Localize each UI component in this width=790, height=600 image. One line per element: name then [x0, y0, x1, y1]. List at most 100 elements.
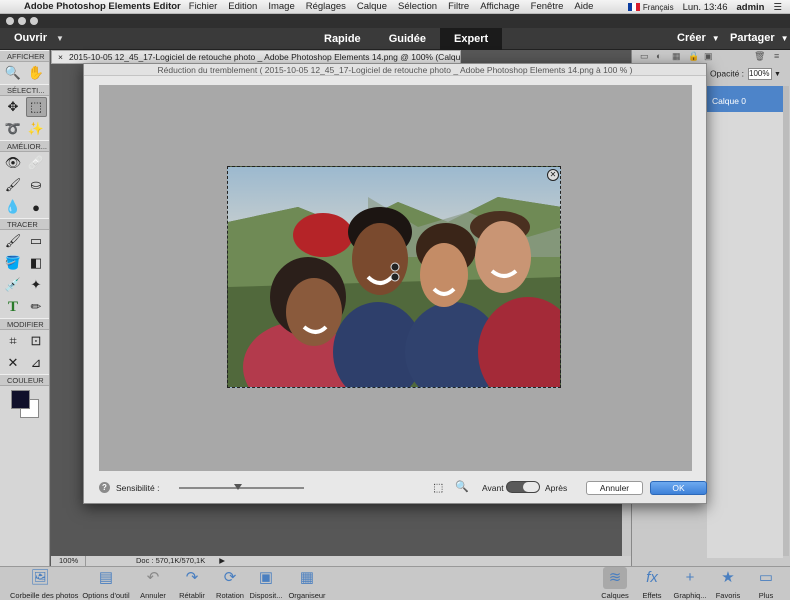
toolbox-section-view: AFFICHER [0, 50, 49, 62]
region-select-icon[interactable]: ⬚ [433, 481, 443, 494]
menu-aide[interactable]: Aide [574, 1, 593, 12]
tab-expert[interactable]: Expert [439, 28, 503, 50]
status-menu-arrow-icon[interactable]: ▶ [219, 556, 225, 566]
menu-edition[interactable]: Edition [228, 1, 257, 12]
toolbox-section-modify: MODIFIER [0, 318, 49, 330]
close-window-button[interactable] [6, 17, 14, 25]
after-label: Après [545, 483, 568, 493]
tab-rapide[interactable]: Rapide [310, 28, 375, 50]
opacity-label: Opacité : [710, 68, 745, 79]
preview-photo[interactable] [227, 166, 561, 388]
tab-guidee[interactable]: Guidée [375, 28, 440, 50]
before-after-toggle[interactable] [506, 481, 540, 493]
share-button[interactable]: Partager ▼ [730, 32, 789, 44]
ok-button[interactable]: OK [650, 481, 707, 495]
clone-stamp-tool-icon[interactable]: ⛀ [26, 175, 47, 195]
app-name-menu[interactable]: Adobe Photoshop Elements Editor [24, 1, 181, 12]
photo-bin-icon: 🖼 [30, 569, 50, 586]
close-icon[interactable]: × [58, 52, 63, 62]
menu-filtre[interactable]: Filtre [448, 1, 469, 12]
opacity-input[interactable]: 100% [748, 68, 773, 80]
opacity-control: Opacité :100% ▼ [710, 68, 781, 80]
move-tool-icon[interactable]: ✥ [3, 97, 24, 117]
crop-tool-icon[interactable]: ⌗ [3, 331, 24, 351]
panel-menu-icon[interactable]: ≡ [774, 51, 779, 61]
toolbox-section-enhance: AMÉLIOR... [0, 140, 49, 152]
help-icon[interactable]: ? [99, 482, 110, 493]
custom-shape-tool-icon[interactable]: ✦ [26, 275, 47, 295]
toolbox: AFFICHER 🔍 ✋ SÉLECTI... ✥ ⬚ ➰ ✨ AMÉLIOR.… [0, 50, 50, 566]
menu-reglages[interactable]: Réglages [306, 1, 346, 12]
gradient-tool-icon[interactable]: ◧ [26, 253, 47, 273]
panel-scrollbar[interactable] [783, 86, 789, 556]
menu-selection[interactable]: Sélection [398, 1, 437, 12]
content-aware-move-tool-icon[interactable]: ✕ [3, 353, 24, 373]
dialog-title: Réduction du tremblement ( 2015-10-05 12… [84, 64, 706, 76]
chevron-down-icon[interactable]: ▼ [774, 71, 781, 78]
document-tab[interactable]: × 2015-10-05 12_45_17-Logiciel de retouch… [51, 50, 461, 64]
spot-healing-tool-icon[interactable]: 🩹 [26, 153, 47, 173]
pencil-tool-icon[interactable]: ✏ [26, 297, 47, 317]
user-menu[interactable]: admin [736, 2, 764, 13]
more-button[interactable]: ▭ Plus [736, 567, 790, 600]
close-region-icon[interactable]: ✕ [547, 169, 559, 181]
organizer-button[interactable]: ▦ Organiseur [277, 567, 337, 600]
foreground-color-swatch[interactable] [11, 390, 30, 409]
marquee-tool-icon[interactable]: ⬚ [25, 97, 47, 117]
trash-icon[interactable]: 🗑 [754, 51, 765, 62]
red-eye-tool-icon[interactable]: 👁 [3, 153, 24, 173]
minimize-window-button[interactable] [18, 17, 26, 25]
type-tool-icon[interactable]: T [3, 297, 24, 317]
clock[interactable]: Lun. 13:46 [683, 2, 728, 13]
brush-tool-icon[interactable]: 🖌 [3, 231, 24, 251]
before-label: Avant [482, 483, 504, 493]
zoom-window-button[interactable] [30, 17, 38, 25]
slider-handle[interactable] [233, 484, 242, 490]
toolbox-section-draw: TRACER [0, 218, 49, 230]
layer-name: Calque 0 [712, 96, 747, 106]
lock-transparency-icon[interactable]: ▦ [672, 51, 681, 62]
smart-brush-tool-icon[interactable]: 🖌 [3, 175, 24, 195]
shake-reduction-dialog: Réduction du tremblement ( 2015-10-05 12… [83, 63, 707, 504]
straighten-tool-icon[interactable]: ⊿ [26, 353, 47, 373]
fill-layer-icon[interactable]: ◐ [656, 51, 661, 61]
sensitivity-label: Sensibilité : [116, 483, 160, 493]
magic-wand-tool-icon[interactable]: ✨ [26, 119, 47, 139]
lock-icon[interactable]: 🔒 [688, 51, 699, 62]
photo-bin-button[interactable]: 🖼 Corbeille des photos [10, 567, 78, 600]
recompose-tool-icon[interactable]: ⊡ [26, 331, 47, 351]
eraser-tool-icon[interactable]: ▭ [26, 231, 47, 251]
paint-bucket-tool-icon[interactable]: 🪣 [3, 253, 24, 273]
zoom-icon[interactable]: 🔍 [455, 480, 469, 493]
zoom-level[interactable]: 100% [51, 556, 86, 566]
new-layer-icon[interactable]: ▭ [640, 51, 649, 62]
more-icon: ▭ [758, 569, 774, 586]
menu-image[interactable]: Image [268, 1, 294, 12]
document-info: Doc : 570,1K/570,1K [136, 556, 206, 565]
app-bar: Ouvrir ▼ Rapide Guidée Expert Créer ▼ Part… [0, 28, 790, 50]
bottom-bar: 🖼 Corbeille des photos ▤ Options d'outil ↶… [0, 566, 790, 600]
toggle-knob [523, 482, 539, 492]
sponge-tool-icon[interactable]: ● [26, 197, 47, 217]
zoom-tool-icon[interactable]: 🔍 [3, 63, 24, 83]
layer-link-icon[interactable]: ▣ [704, 51, 713, 62]
language-menu[interactable]: Français [627, 2, 674, 13]
sensitivity-slider[interactable] [179, 484, 304, 490]
menu-calque[interactable]: Calque [357, 1, 387, 12]
mode-tabs: Rapide Guidée Expert [310, 28, 503, 50]
list-icon[interactable]: ☰ [773, 2, 782, 13]
window-title-row [0, 14, 790, 28]
menu-fichier[interactable]: Fichier [189, 1, 218, 12]
create-button[interactable]: Créer ▼ [677, 32, 720, 44]
blur-tool-icon[interactable]: 💧 [3, 197, 24, 217]
toolbox-section-color: COULEUR [0, 374, 49, 386]
menu-affichage[interactable]: Affichage [480, 1, 519, 12]
hand-tool-icon[interactable]: ✋ [26, 63, 47, 83]
lasso-tool-icon[interactable]: ➰ [3, 119, 24, 139]
dialog-preview-area: ✕ [99, 85, 692, 471]
menu-fenetre[interactable]: Fenêtre [531, 1, 564, 12]
eyedropper-tool-icon[interactable]: 💉 [3, 275, 24, 295]
open-button[interactable]: Ouvrir ▼ [14, 32, 64, 44]
cancel-button[interactable]: Annuler [586, 481, 643, 495]
layer-row[interactable]: Calque 0 [707, 86, 783, 112]
